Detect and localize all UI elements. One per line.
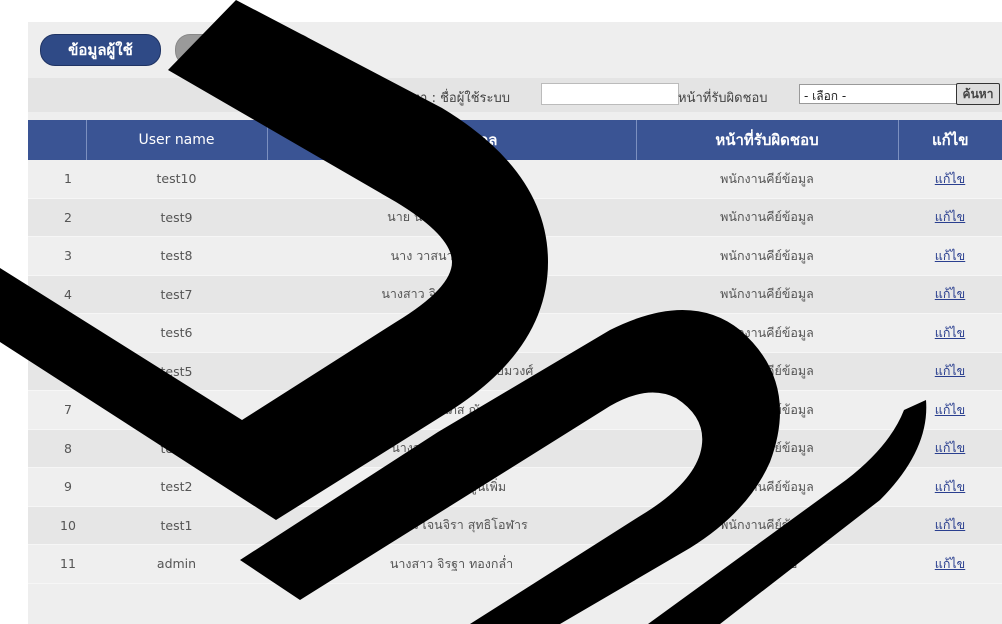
row-fullname: นาย ภูภวะ สำเร็จผล bbox=[267, 313, 636, 353]
table-row: 10 test1 นางสาว เจนจิรา สุทธิโอฬาร พนักงานค… bbox=[28, 506, 1002, 545]
row-edit-cell: แก้ไข bbox=[898, 275, 1002, 314]
row-username: test5 bbox=[86, 352, 267, 391]
row-number: 11 bbox=[28, 544, 86, 584]
edit-link[interactable]: แก้ไข bbox=[935, 556, 965, 571]
row-number: 4 bbox=[28, 275, 86, 314]
edit-link[interactable]: แก้ไข bbox=[935, 402, 965, 417]
row-username: test2 bbox=[86, 467, 267, 507]
header-role: หน้าที่รับผิดชอบ bbox=[636, 120, 899, 160]
row-edit-cell: แก้ไข bbox=[898, 198, 1002, 237]
row-username: test3 bbox=[86, 429, 267, 468]
row-role: พนักงานคีย์ข้อมูล bbox=[636, 506, 898, 545]
header-edit: แก้ไข bbox=[898, 120, 1002, 160]
row-edit-cell: แก้ไข bbox=[898, 506, 1002, 545]
row-fullname: นาย ณัฐพงศ์ พูนเพิ่ม bbox=[267, 467, 636, 507]
row-fullname: นางสาว จินดา จันทร์มณีย์ bbox=[267, 275, 636, 314]
table-body: 1 test10 นาง ปริณา พลอยเพ็ชร พนักงานคีย์ข้อ… bbox=[28, 160, 1002, 584]
row-username: test8 bbox=[86, 236, 267, 276]
role-filter-label: หน้าที่รับผิดชอบ bbox=[678, 91, 768, 106]
row-number: 8 bbox=[28, 429, 86, 468]
row-number: 2 bbox=[28, 198, 86, 237]
table-row: 5 test6 นาย ภูภวะ สำเร็จผล พนักงานคีย์ข้อมู… bbox=[28, 313, 1002, 353]
row-fullname: นางสาว ธัญนภัส ณัฐศรีวัฒน์ bbox=[267, 390, 636, 430]
row-username: test7 bbox=[86, 275, 267, 314]
username-search-input[interactable] bbox=[541, 83, 679, 105]
user-table: User name ชื่อ - นามสกุล หน้าที่รับผิดชอ… bbox=[28, 120, 1002, 584]
row-edit-cell: แก้ไข bbox=[898, 544, 1002, 584]
table-row: 11 admin นางสาว จิรฐา ทองกล่ำ ผู้ดูแลระบบ แก… bbox=[28, 544, 1002, 584]
edit-link[interactable]: แก้ไข bbox=[935, 248, 965, 263]
row-username: test9 bbox=[86, 198, 267, 237]
row-edit-cell: แก้ไข bbox=[898, 467, 1002, 507]
edit-link[interactable]: แก้ไข bbox=[935, 171, 965, 186]
row-edit-cell: แก้ไข bbox=[898, 313, 1002, 353]
search-bar: ค้นหา : ชื่อผู้ใช้ระบบ หน้าที่รับผิดชอบ … bbox=[28, 78, 1002, 112]
row-role: พนักงานคีย์ข้อมูล bbox=[636, 275, 898, 314]
edit-link[interactable]: แก้ไข bbox=[935, 209, 965, 224]
table-row: 2 test9 นาย นพดล เธียรมหาชัย พนักงานคีย์ข้อ… bbox=[28, 198, 1002, 237]
role-select[interactable]: - เลือก - bbox=[799, 84, 975, 104]
row-role: พนักงานคีย์ข้อมูล bbox=[636, 390, 898, 430]
row-fullname: นาย นพดล เธียรมหาชัย bbox=[267, 198, 636, 237]
table-row: 7 test4 นางสาว ธัญนภัส ณัฐศรีวัฒน์ พนักงานค… bbox=[28, 390, 1002, 430]
row-fullname: นางสาว จิรฐา ทองกล่ำ bbox=[267, 544, 636, 584]
row-number: 10 bbox=[28, 506, 86, 545]
user-management-panel: ข้อมูลผู้ใช้ เพิ่มผู้ใช้ ค้นหา : ชื่อผู้… bbox=[28, 22, 1002, 624]
table-row: 6 test5 นางสาว กัญญลักษณ์ เอี่ยมวงศ์ พนักงา… bbox=[28, 352, 1002, 391]
row-edit-cell: แก้ไข bbox=[898, 390, 1002, 430]
edit-link[interactable]: แก้ไข bbox=[935, 363, 965, 378]
row-number: 3 bbox=[28, 236, 86, 276]
search-label: ค้นหา : ชื่อผู้ใช้ระบบ bbox=[394, 91, 510, 106]
row-number: 5 bbox=[28, 313, 86, 353]
header-number bbox=[28, 120, 87, 160]
search-button[interactable]: ค้นหา bbox=[956, 83, 1000, 105]
row-edit-cell: แก้ไข bbox=[898, 160, 1002, 199]
tab-user-info[interactable]: ข้อมูลผู้ใช้ bbox=[40, 34, 161, 66]
edit-link[interactable]: แก้ไข bbox=[935, 325, 965, 340]
row-number: 7 bbox=[28, 390, 86, 430]
row-role: พนักงานคีย์ข้อมูล bbox=[636, 429, 898, 468]
row-role: พนักงานคีย์ข้อมูล bbox=[636, 313, 898, 353]
row-role: ผู้ดูแลระบบ bbox=[636, 544, 898, 584]
row-username: test4 bbox=[86, 390, 267, 430]
edit-link[interactable]: แก้ไข bbox=[935, 517, 965, 532]
row-number: 9 bbox=[28, 467, 86, 507]
row-fullname: นางสาว กัญญลักษณ์ เอี่ยมวงศ์ bbox=[267, 352, 636, 391]
row-role: พนักงานคีย์ข้อมูล bbox=[636, 198, 898, 237]
row-number: 1 bbox=[28, 160, 86, 199]
row-edit-cell: แก้ไข bbox=[898, 236, 1002, 276]
row-edit-cell: แก้ไข bbox=[898, 429, 1002, 468]
row-username: test6 bbox=[86, 313, 267, 353]
row-edit-cell: แก้ไข bbox=[898, 352, 1002, 391]
row-username: admin bbox=[86, 544, 267, 584]
row-fullname: นาง ปริณา พลอยเพ็ชร bbox=[267, 160, 636, 199]
edit-link[interactable]: แก้ไข bbox=[935, 479, 965, 494]
table-row: 8 test3 นางสาว มลฤดี สายสุด พนักงานคีย์ข้อม… bbox=[28, 429, 1002, 468]
row-number: 6 bbox=[28, 352, 86, 391]
row-username: test1 bbox=[86, 506, 267, 545]
table-row: 4 test7 นางสาว จินดา จันทร์มณีย์ พนักงานคีย… bbox=[28, 275, 1002, 314]
row-role: พนักงานคีย์ข้อมูล bbox=[636, 352, 898, 391]
row-fullname: นาง วาสนา พงษ์พานิช bbox=[267, 236, 636, 276]
row-username: test10 bbox=[86, 160, 267, 199]
header-username: User name bbox=[86, 120, 268, 160]
edit-link[interactable]: แก้ไข bbox=[935, 286, 965, 301]
role-select-value: - เลือก - bbox=[804, 89, 847, 103]
row-role: พนักงานคีย์ข้อมูล bbox=[636, 467, 898, 507]
tab-add-user[interactable]: เพิ่มผู้ใช้ bbox=[175, 34, 313, 66]
edit-link[interactable]: แก้ไข bbox=[935, 440, 965, 455]
row-role: พนักงานคีย์ข้อมูล bbox=[636, 160, 898, 199]
table-row: 9 test2 นาย ณัฐพงศ์ พูนเพิ่ม พนักงานคีย์ข้อ… bbox=[28, 467, 1002, 507]
table-row: 1 test10 นาง ปริณา พลอยเพ็ชร พนักงานคีย์ข้อ… bbox=[28, 160, 1002, 199]
header-fullname: ชื่อ - นามสกุล bbox=[267, 120, 637, 160]
row-fullname: นางสาว มลฤดี สายสุด bbox=[267, 429, 636, 468]
table-row: 3 test8 นาง วาสนา พงษ์พานิช พนักงานคีย์ข้อม… bbox=[28, 236, 1002, 276]
table-header-row: User name ชื่อ - นามสกุล หน้าที่รับผิดชอ… bbox=[28, 120, 1002, 160]
row-role: พนักงานคีย์ข้อมูล bbox=[636, 236, 898, 276]
row-fullname: นางสาว เจนจิรา สุทธิโอฬาร bbox=[267, 506, 636, 545]
